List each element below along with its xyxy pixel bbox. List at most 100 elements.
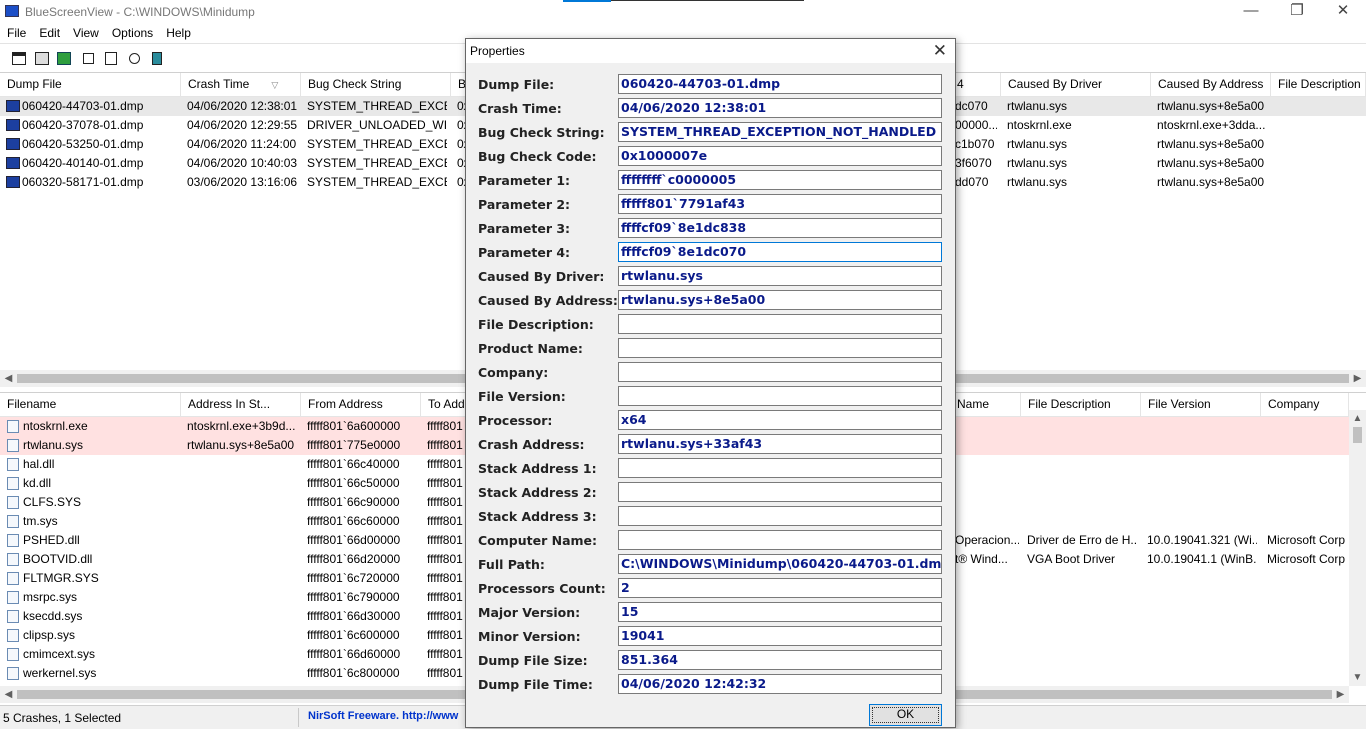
property-value-field[interactable] (618, 314, 942, 334)
cell-caused-by-driver: ntoskrnl.exe (1007, 118, 1072, 132)
col-bug-check-string[interactable]: Bug Check String (301, 73, 451, 97)
property-value-field[interactable] (618, 386, 942, 406)
restore-button[interactable]: ❐ (1274, 0, 1320, 24)
property-value-field[interactable]: 19041 (618, 626, 942, 646)
property-value-field[interactable]: rtwlanu.sys+8e5a00 (618, 290, 942, 310)
cell-from-address: fffff801`66c60000 (307, 514, 400, 528)
file-icon (7, 439, 19, 452)
property-value-field[interactable] (618, 338, 942, 358)
save-icon[interactable] (33, 49, 51, 67)
cell-from-address: fffff801`66c40000 (307, 457, 400, 471)
property-value-field[interactable]: ffffffff`c0000005 (618, 170, 942, 190)
col-address-in-stack[interactable]: Address In St... (181, 393, 301, 417)
property-value-field[interactable]: 0x1000007e (618, 146, 942, 166)
col-company[interactable]: Company (1261, 393, 1349, 417)
cell-from-address: fffff801`66d60000 (307, 647, 401, 661)
cell-filename: FLTMGR.SYS (23, 571, 99, 585)
property-value-field[interactable]: rtwlanu.sys+33af43 (618, 434, 942, 454)
scroll-down-icon[interactable]: ▼ (1349, 669, 1366, 686)
ok-button[interactable]: OK (869, 704, 942, 726)
cell-company (1267, 493, 1349, 512)
cell-crash-time: 04/06/2020 10:40:03 (187, 156, 298, 170)
col-from-address[interactable]: From Address (301, 393, 421, 417)
scroll-right-icon[interactable]: ▶ (1349, 370, 1366, 387)
col-file-description[interactable]: File Description (1271, 73, 1366, 97)
taskbar-indicator (563, 0, 611, 2)
nirsoft-link[interactable]: NirSoft Freeware. http://www (308, 710, 458, 722)
property-row: Minor Version: 19041 (466, 625, 955, 649)
cell-product-name (955, 664, 1019, 683)
cell-filename: msrpc.sys (23, 590, 77, 604)
property-value-field[interactable]: 851.364 (618, 650, 942, 670)
property-value-field[interactable]: SYSTEM_THREAD_EXCEPTION_NOT_HANDLED (618, 122, 942, 142)
menu-file[interactable]: File (0, 24, 32, 40)
cell-product-name: t® Wind... (955, 552, 1008, 566)
scroll-thumb[interactable] (1353, 427, 1362, 443)
scroll-left-icon[interactable]: ◀ (0, 686, 17, 703)
property-value-field[interactable]: 2 (618, 578, 942, 598)
refresh-icon[interactable] (55, 49, 73, 67)
properties-icon[interactable] (10, 49, 28, 67)
property-value-field[interactable] (618, 530, 942, 550)
property-value-field[interactable]: x64 (618, 410, 942, 430)
property-row: Bug Check String: SYSTEM_THREAD_EXCEPTION… (466, 121, 955, 145)
property-value-field[interactable]: rtwlanu.sys (618, 266, 942, 286)
menu-view[interactable]: View (66, 24, 105, 40)
property-row: Parameter 3: ffffcf09`8e1dc838 (466, 217, 955, 241)
property-value-field[interactable]: 04/06/2020 12:38:01 (618, 98, 942, 118)
copy-icon[interactable] (79, 49, 97, 67)
property-value-field[interactable]: 04/06/2020 12:42:32 (618, 674, 942, 694)
options-icon[interactable] (102, 49, 120, 67)
cell-caused-by-address: ntoskrnl.exe+3dda... (1157, 118, 1266, 132)
col-caused-by-address[interactable]: Caused By Address (1151, 73, 1271, 97)
col-to-address[interactable]: To Addr (421, 393, 471, 417)
property-value-field[interactable] (618, 458, 942, 478)
scroll-up-icon[interactable]: ▲ (1349, 410, 1366, 427)
col-dump-file[interactable]: Dump File (0, 73, 181, 97)
scroll-right-icon[interactable]: ▶ (1332, 686, 1349, 703)
col-filename[interactable]: Filename (0, 393, 181, 417)
title-bar: BlueScreenView - C:\WINDOWS\Minidump — ❐… (0, 0, 1366, 24)
cell-company (1267, 607, 1349, 626)
menu-edit[interactable]: Edit (32, 24, 66, 40)
col-parameter-4[interactable]: 4 (950, 73, 1001, 97)
col-file-version[interactable]: File Version (1141, 393, 1261, 417)
property-row: Computer Name: (466, 529, 955, 553)
col-caused-by-driver[interactable]: Caused By Driver (1001, 73, 1151, 97)
property-value-field[interactable]: 15 (618, 602, 942, 622)
col-file-description[interactable]: File Description (1021, 393, 1141, 417)
cell-to-address: fffff801 (427, 590, 463, 604)
col-crash-time[interactable]: Crash Time ▽ (181, 73, 301, 97)
property-value-field[interactable]: fffff801`7791af43 (618, 194, 942, 214)
col-product-name[interactable]: Name (950, 393, 1021, 417)
cell-address-in-stack (187, 588, 297, 607)
property-label: Minor Version: (478, 629, 581, 644)
property-row: Parameter 2: fffff801`7791af43 (466, 193, 955, 217)
property-row: Parameter 1: ffffffff`c0000005 (466, 169, 955, 193)
menu-help[interactable]: Help (159, 24, 197, 40)
cell-address-in-stack: rtwlanu.sys+8e5a00 (187, 438, 295, 452)
property-value-field[interactable]: ffffcf09`8e1dc070 (618, 242, 942, 262)
property-label: Dump File Size: (478, 653, 588, 668)
cell-crash-time: 04/06/2020 11:24:00 (187, 137, 297, 151)
scroll-left-icon[interactable]: ◀ (0, 370, 17, 387)
close-button[interactable]: ✕ (1320, 0, 1366, 24)
property-value-field[interactable] (618, 506, 942, 526)
property-value-field[interactable]: 060420-44703-01.dmp (618, 74, 942, 94)
property-label: Company: (478, 365, 549, 380)
property-label: Caused By Address: (478, 293, 618, 308)
dialog-close-button[interactable]: ✕ (933, 41, 947, 61)
minimize-button[interactable]: — (1228, 0, 1274, 24)
find-icon[interactable] (125, 49, 143, 67)
dump-file-icon (6, 138, 20, 150)
property-value-field[interactable]: C:\WINDOWS\Minidump\060420-44703-01.dmp (618, 554, 942, 574)
property-row: Bug Check Code: 0x1000007e (466, 145, 955, 169)
property-value-field[interactable] (618, 482, 942, 502)
menu-options[interactable]: Options (105, 24, 159, 40)
exit-icon[interactable] (148, 49, 166, 67)
driver-list-vscrollbar[interactable]: ▲ ▼ (1349, 410, 1366, 686)
cell-from-address: fffff801`66d20000 (307, 552, 401, 566)
property-value-field[interactable] (618, 362, 942, 382)
cell-file-version (1147, 436, 1257, 455)
property-value-field[interactable]: ffffcf09`8e1dc838 (618, 218, 942, 238)
